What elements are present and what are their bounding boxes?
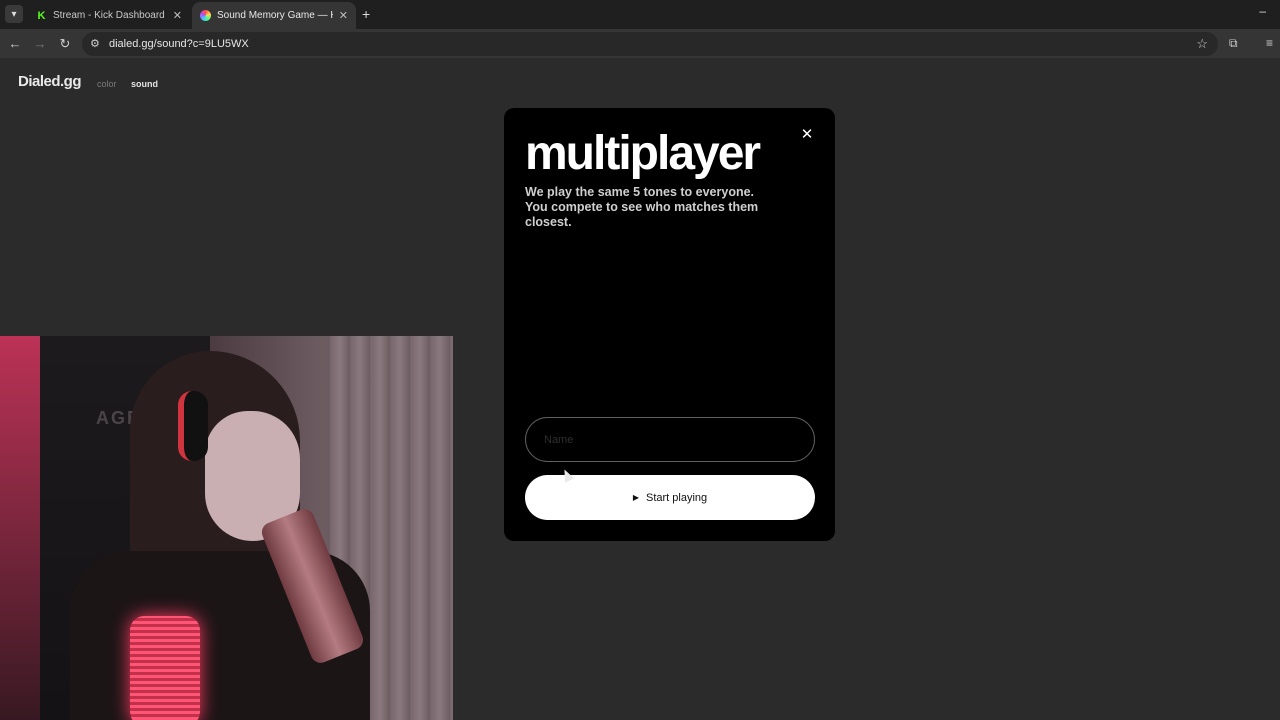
url-text[interactable]: dialed.gg/sound?c=9LU5WX — [109, 38, 249, 50]
headset — [178, 391, 208, 461]
forward-icon[interactable]: → — [32, 36, 48, 52]
start-playing-label: Start playing — [646, 491, 708, 504]
start-playing-button[interactable]: ▶ Start playing — [525, 475, 815, 520]
kick-icon: K — [37, 9, 46, 22]
site-logo[interactable]: Dialed.gg — [18, 73, 82, 90]
close-icon[interactable]: ✕ — [798, 126, 816, 144]
new-tab-button[interactable]: + — [362, 6, 370, 22]
tab-title: Stream - Kick Dashboard — [53, 10, 165, 21]
address-bar[interactable]: ⚙ dialed.gg/sound?c=9LU5WX ☆ — [82, 32, 1218, 56]
bookmark-star-icon[interactable]: ☆ — [1196, 36, 1208, 52]
reload-icon[interactable]: ↻ — [57, 36, 73, 52]
multiplayer-modal: ✕ multiplayer We play the same 5 tones t… — [504, 108, 835, 541]
site-info-icon[interactable]: ⚙ — [90, 37, 100, 50]
dialed-orb-icon — [200, 10, 211, 21]
microphone — [130, 616, 200, 720]
tab-close-icon[interactable]: ✕ — [173, 9, 182, 22]
browser-tabbar: ▾ K Stream - Kick Dashboard ✕ Sound Memo… — [0, 0, 1280, 29]
tab-close-icon[interactable]: ✕ — [339, 9, 348, 22]
play-icon: ▶ — [632, 493, 639, 502]
menu-icon[interactable]: ≡ — [1266, 36, 1273, 50]
browser-toolbar: ← → ↻ ⚙ dialed.gg/sound?c=9LU5WX ☆ — [0, 29, 1280, 59]
tab-search-button[interactable]: ▾ — [5, 5, 23, 23]
pink-light-glow — [0, 336, 40, 720]
tab-title: Sound Memory Game — How G — [217, 10, 333, 21]
tab-kick-dashboard[interactable]: K Stream - Kick Dashboard ✕ — [28, 2, 190, 29]
webcam-overlay: AGEV — [0, 336, 453, 720]
nav-link-sound[interactable]: sound — [131, 79, 158, 89]
name-input[interactable] — [525, 417, 815, 462]
minimize-icon[interactable]: – — [1259, 4, 1266, 18]
modal-description: We play the same 5 tones to everyone. Yo… — [525, 185, 759, 229]
tab-sound-memory-game[interactable]: Sound Memory Game — How G ✕ — [192, 2, 356, 29]
extensions-icon[interactable]: ⧉ — [1229, 36, 1238, 51]
nav-link-color[interactable]: color — [97, 79, 117, 89]
modal-title: multiplayer — [525, 127, 761, 180]
back-icon[interactable]: ← — [7, 36, 23, 52]
